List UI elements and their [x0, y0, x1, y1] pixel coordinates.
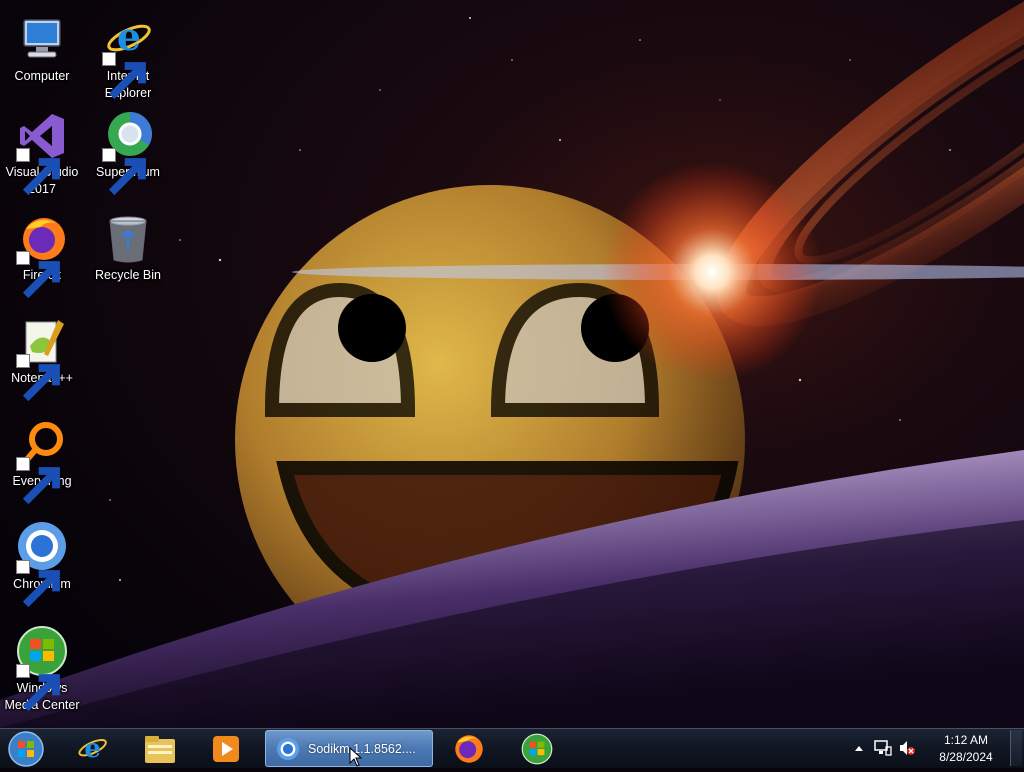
taskbar-pinned-media-player[interactable]	[198, 731, 254, 766]
clock[interactable]: 1:12 AM 8/28/2024	[930, 732, 1002, 766]
desktop-icon-notepad-plus-plus[interactable]: Notepad++	[0, 316, 85, 402]
system-tray: 1:12 AM 8/28/2024	[854, 729, 1024, 769]
internet-explorer-icon: e	[78, 732, 107, 763]
shortcut-arrow-icon	[16, 148, 60, 196]
internet-explorer-icon: e	[102, 14, 154, 100]
taskbar-pinned-windows-media-center[interactable]	[509, 731, 565, 766]
shortcut-arrow-icon	[16, 251, 60, 299]
firefox-icon	[16, 213, 68, 299]
desktop-icon-visual-studio[interactable]: Visual Studio 2017	[0, 110, 85, 198]
firefox-icon	[455, 734, 483, 763]
desktop-icon-supermium[interactable]: Supermium	[85, 110, 171, 196]
clock-date: 8/28/2024	[939, 750, 993, 764]
desktop-icon-firefox[interactable]: Firefox	[0, 213, 85, 299]
desktop-icon-recycle-bin[interactable]: Recycle Bin	[85, 213, 171, 284]
media-player-icon	[213, 735, 239, 762]
notepad-plus-plus-icon	[16, 316, 68, 402]
desktop-icon-internet-explorer[interactable]: e Internet Explorer	[85, 14, 171, 102]
show-hidden-icons-chevron[interactable]	[854, 740, 864, 761]
mouse-cursor-icon	[349, 746, 363, 772]
supermium-icon	[102, 110, 154, 196]
start-button[interactable]	[4, 730, 48, 768]
desktop-icon-windows-media-center[interactable]: Windows Media Center	[0, 626, 85, 714]
recycle-bin-icon	[102, 213, 154, 265]
shortcut-arrow-icon	[102, 52, 146, 100]
windows-start-orb-icon	[8, 731, 44, 767]
desktop-icon-everything[interactable]: Everything	[0, 419, 85, 505]
file-explorer-icon	[145, 735, 175, 763]
volume-muted-icon[interactable]	[898, 740, 916, 761]
desktop-icon-computer[interactable]: Computer	[0, 14, 85, 85]
windows-media-center-icon	[16, 626, 68, 712]
svg-text:e: e	[84, 732, 101, 763]
visual-studio-icon	[16, 110, 68, 196]
computer-icon	[16, 14, 68, 66]
clock-time: 1:12 AM	[943, 733, 989, 747]
shortcut-arrow-icon	[16, 664, 60, 712]
desktop-icon-chromium[interactable]: Chromium	[0, 522, 85, 608]
shortcut-arrow-icon	[16, 354, 60, 402]
shortcut-arrow-icon	[16, 457, 60, 505]
taskbar-pinned-file-explorer[interactable]	[132, 731, 188, 766]
desktop-icon-label: Recycle Bin	[95, 268, 161, 282]
network-icon[interactable]	[874, 740, 892, 761]
everything-icon	[16, 419, 68, 505]
windows-media-center-icon	[521, 733, 553, 764]
chromium-icon	[276, 737, 300, 760]
shortcut-arrow-icon	[16, 560, 60, 608]
desktop-icon-label: Computer	[14, 69, 70, 83]
taskbar-pinned-firefox[interactable]	[441, 731, 497, 766]
taskbar: e Sodikm 1.1.8562.... 1:12 AM 8/28/2024	[0, 728, 1024, 768]
taskbar-pinned-internet-explorer[interactable]: e	[64, 731, 120, 766]
show-desktop-button[interactable]	[1010, 730, 1022, 766]
shortcut-arrow-icon	[102, 148, 146, 196]
chromium-icon	[16, 522, 68, 608]
